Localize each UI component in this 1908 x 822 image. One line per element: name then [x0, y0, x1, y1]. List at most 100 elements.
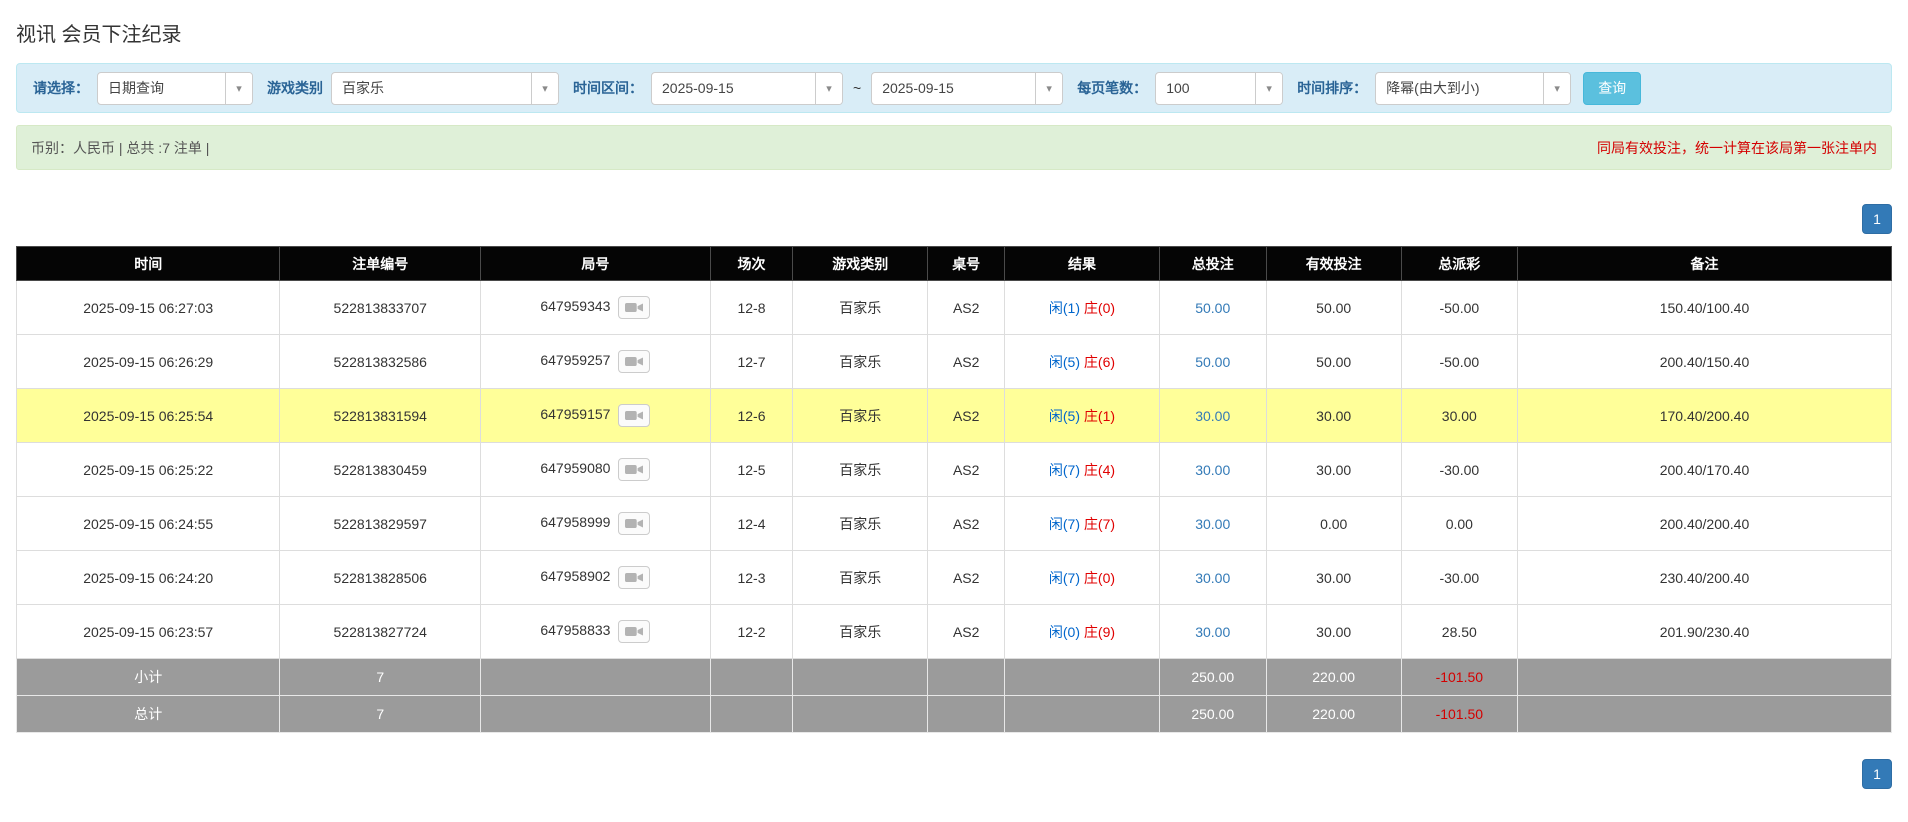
page-size-select[interactable]: 100 ▾ [1155, 71, 1284, 105]
video-replay-button[interactable] [618, 404, 651, 427]
chevron-down-icon: ▾ [1255, 72, 1283, 104]
table-no-cell: AS2 [927, 442, 1006, 497]
total-bet-link[interactable]: 30.00 [1195, 408, 1230, 424]
date-range-label: 时间区间： [573, 80, 643, 96]
footer-empty-cell [709, 658, 794, 696]
video-replay-button[interactable] [618, 458, 651, 481]
player-result: 闲(7) [1048, 461, 1081, 478]
game-type-select[interactable]: 百家乐 ▾ [331, 71, 559, 105]
round-cell: 647958833 [480, 604, 711, 659]
table-no-cell: AS2 [927, 334, 1006, 389]
round-cell: 647959257 [480, 334, 711, 389]
game-type-cell: 百家乐 [792, 442, 929, 497]
table-row: 2025-09-15 06:26:29 522813832586 6479592… [15, 334, 1893, 389]
valid-bet-cell: 50.00 [1265, 334, 1402, 389]
valid-bet-cell: 30.00 [1265, 442, 1402, 497]
video-replay-button[interactable] [618, 620, 651, 643]
header-payout: 总派彩 [1400, 246, 1518, 281]
chevron-down-icon: ▾ [225, 72, 252, 104]
total-bet-link[interactable]: 50.00 [1195, 300, 1230, 316]
total-bet-link[interactable]: 30.00 [1195, 516, 1230, 532]
filter-bar: 请选择： 日期查询 ▾ 游戏类别 百家乐 ▾ 时间区间： 2025-09-15 … [16, 63, 1892, 113]
payout-cell: -30.00 [1400, 550, 1518, 605]
query-type-value: 日期查询 [108, 80, 164, 96]
footer-valid-bet-cell: 220.00 [1265, 658, 1402, 696]
header-result: 结果 [1004, 246, 1160, 281]
round-cell: 647959080 [480, 442, 711, 497]
note-cell: 200.40/150.40 [1516, 334, 1893, 389]
note-cell: 170.40/200.40 [1516, 388, 1893, 443]
table-row: 2025-09-15 06:24:55 522813829597 6479589… [15, 496, 1893, 551]
page-title: 视讯 会员下注纪录 [16, 24, 182, 46]
round-number: 647959157 [540, 406, 611, 423]
query-type-select[interactable]: 日期查询 ▾ [97, 71, 253, 105]
footer-total-bet-cell: 250.00 [1158, 695, 1267, 733]
time-cell: 2025-09-15 06:26:29 [15, 334, 281, 389]
player-result: 闲(5) [1048, 407, 1081, 424]
chevron-down-icon: ▾ [1035, 72, 1063, 104]
total-bet-link[interactable]: 30.00 [1195, 570, 1230, 586]
records-table: 时间 注单编号 局号 场次 游戏类别 桌号 结果 总投注 有效投注 总派彩 备注… [15, 246, 1893, 733]
table-no-cell: AS2 [927, 604, 1006, 659]
time-cell: 2025-09-15 06:24:20 [15, 550, 281, 605]
time-cell: 2025-09-15 06:23:57 [15, 604, 281, 659]
footer-empty-cell [1516, 658, 1893, 696]
video-camera-icon [625, 465, 644, 474]
footer-count-cell: 7 [279, 658, 482, 696]
round-cell: 647959157 [480, 388, 711, 443]
summary-bar: 币别：人民币 | 总共 :7 注单 | 同局有效投注，统一计算在该局第一张注单内 [16, 125, 1892, 170]
video-replay-button[interactable] [618, 512, 651, 535]
date-to-select[interactable]: 2025-09-15 ▾ [871, 71, 1064, 105]
banker-result: 庄(4) [1083, 461, 1116, 478]
video-camera-icon [625, 411, 644, 420]
bet-id-cell: 522813829597 [279, 496, 482, 551]
table-header: 时间 注单编号 局号 场次 游戏类别 桌号 结果 总投注 有效投注 总派彩 备注 [15, 246, 1893, 281]
total-bet-cell: 30.00 [1158, 550, 1267, 605]
round-number: 647959080 [540, 460, 611, 477]
payout-cell: 30.00 [1400, 388, 1518, 443]
date-range-separator: ~ [853, 80, 862, 96]
valid-bet-cell: 50.00 [1265, 280, 1402, 335]
bet-id-cell: 522813828506 [279, 550, 482, 605]
video-replay-button[interactable] [618, 296, 651, 319]
banker-result: 庄(7) [1083, 515, 1116, 532]
total-bet-link[interactable]: 50.00 [1195, 354, 1230, 370]
video-replay-button[interactable] [618, 566, 651, 589]
banker-result: 庄(1) [1083, 407, 1116, 424]
footer-empty-cell [927, 658, 1006, 696]
result-cell: 闲(5) 庄(6) [1004, 334, 1160, 389]
note-cell: 200.40/200.40 [1516, 496, 1893, 551]
bet-id-cell: 522813832586 [279, 334, 482, 389]
round-number: 647958902 [540, 568, 611, 585]
total-bet-link[interactable]: 30.00 [1195, 462, 1230, 478]
table-body: 2025-09-15 06:27:03 522813833707 6479593… [15, 280, 1893, 733]
pagination-page-button[interactable]: 1 [1862, 204, 1892, 234]
pagination-page-button[interactable]: 1 [1862, 759, 1892, 789]
result-cell: 闲(7) 庄(0) [1004, 550, 1160, 605]
round-number: 647959257 [540, 352, 611, 369]
footer-payout-cell: -101.50 [1400, 658, 1518, 696]
player-result: 闲(7) [1048, 569, 1081, 586]
pagination-top: 1 [16, 204, 1892, 234]
chevron-down-icon: ▾ [1543, 72, 1571, 104]
video-replay-button[interactable] [618, 350, 651, 373]
footer-empty-cell [1004, 658, 1160, 696]
bet-id-cell: 522813827724 [279, 604, 482, 659]
footer-empty-cell [480, 695, 711, 733]
banker-result: 庄(9) [1083, 623, 1116, 640]
footer-empty-cell [792, 658, 929, 696]
summary-note: 同局有效投注，统一计算在该局第一张注单内 [1597, 139, 1877, 156]
footer-label-cell: 总计 [15, 695, 281, 733]
table-footer-row: 总计 7 250.00 220.00 -101.50 [15, 695, 1893, 733]
date-from-select[interactable]: 2025-09-15 ▾ [651, 71, 843, 105]
player-result: 闲(7) [1048, 515, 1081, 532]
banker-result: 庄(0) [1083, 299, 1116, 316]
session-cell: 12-3 [709, 550, 794, 605]
pagination-bottom: 1 [16, 759, 1892, 789]
bet-id-cell: 522813830459 [279, 442, 482, 497]
valid-bet-cell: 30.00 [1265, 550, 1402, 605]
total-bet-link[interactable]: 30.00 [1195, 624, 1230, 640]
sort-order-select[interactable]: 降幂(由大到小) ▾ [1375, 71, 1572, 105]
search-button[interactable]: 查询 [1583, 71, 1642, 105]
footer-empty-cell [927, 695, 1006, 733]
